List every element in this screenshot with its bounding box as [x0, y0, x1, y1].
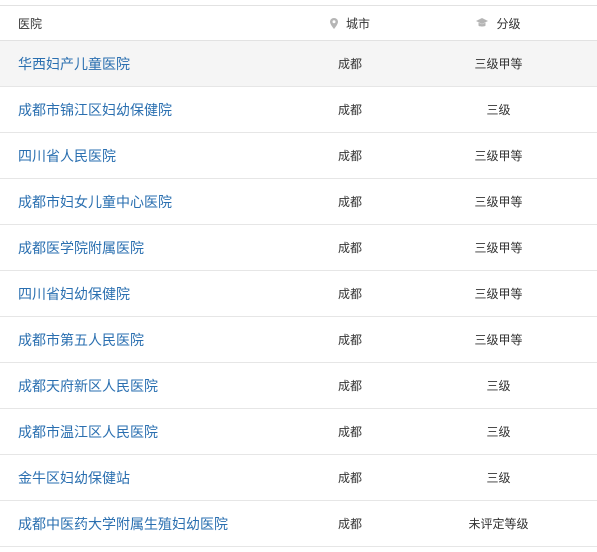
- hospital-link[interactable]: 成都市妇女儿童中心医院: [18, 195, 172, 211]
- city-cell: 成都: [337, 471, 362, 485]
- city-cell: 成都: [337, 57, 362, 71]
- city-cell: 成都: [337, 379, 362, 393]
- header-level: 分级: [400, 15, 597, 32]
- hospital-name-cell: 成都中医药大学附属生殖妇幼医院: [0, 514, 300, 534]
- city-cell: 成都: [337, 287, 362, 301]
- hospital-name-cell: 成都市第五人民医院: [0, 330, 300, 350]
- level-cell: 未评定等级: [468, 517, 529, 531]
- header-level-label: 分级: [496, 16, 521, 31]
- city-cell: 成都: [337, 103, 362, 117]
- hospital-link[interactable]: 成都市温江区人民医院: [18, 425, 158, 441]
- location-pin-icon: [329, 17, 338, 29]
- hospital-link[interactable]: 华西妇产儿童医院: [18, 57, 130, 73]
- table-row[interactable]: 成都市温江区人民医院 成都 三级: [0, 409, 597, 455]
- hospital-name-cell: 成都医学院附属医院: [0, 238, 300, 258]
- hospital-table: 医院 城市 分级 华西妇产儿童医院 成都 三级甲等 成都市锦江区妇幼保健院 成都 三级 四川…: [0, 5, 597, 547]
- level-cell: 三级: [486, 379, 511, 393]
- city-cell: 成都: [337, 195, 362, 209]
- hospital-link[interactable]: 成都中医药大学附属生殖妇幼医院: [18, 517, 228, 533]
- level-cell: 三级: [486, 471, 511, 485]
- table-row[interactable]: 四川省妇幼保健院 成都 三级甲等: [0, 271, 597, 317]
- graduation-cap-icon: [476, 18, 489, 28]
- hospital-link[interactable]: 成都市第五人民医院: [18, 333, 144, 349]
- level-cell: 三级: [486, 103, 511, 117]
- level-cell: 三级甲等: [474, 333, 523, 347]
- level-cell: 三级甲等: [474, 195, 523, 209]
- hospital-name-cell: 成都市妇女儿童中心医院: [0, 192, 300, 212]
- hospital-link[interactable]: 四川省人民医院: [18, 149, 116, 165]
- table-row[interactable]: 成都市锦江区妇幼保健院 成都 三级: [0, 87, 597, 133]
- hospital-name-cell: 四川省妇幼保健院: [0, 284, 300, 304]
- header-city: 城市: [300, 15, 400, 32]
- header-hospital: 医院: [18, 16, 43, 31]
- hospital-link[interactable]: 四川省妇幼保健院: [18, 287, 130, 303]
- table-row[interactable]: 华西妇产儿童医院 成都 三级甲等: [0, 41, 597, 87]
- hospital-name-cell: 成都市温江区人民医院: [0, 422, 300, 442]
- level-cell: 三级甲等: [474, 287, 523, 301]
- table-row[interactable]: 四川省人民医院 成都 三级甲等: [0, 133, 597, 179]
- hospital-name-cell: 成都市锦江区妇幼保健院: [0, 100, 300, 120]
- hospital-link[interactable]: 成都天府新区人民医院: [18, 379, 158, 395]
- table-row[interactable]: 成都市妇女儿童中心医院 成都 三级甲等: [0, 179, 597, 225]
- level-cell: 三级甲等: [474, 149, 523, 163]
- hospital-link[interactable]: 金牛区妇幼保健站: [18, 471, 130, 487]
- table-row[interactable]: 成都医学院附属医院 成都 三级甲等: [0, 225, 597, 271]
- hospital-name-cell: 成都天府新区人民医院: [0, 376, 300, 396]
- header-city-label: 城市: [345, 16, 370, 31]
- city-cell: 成都: [337, 241, 362, 255]
- table-body: 华西妇产儿童医院 成都 三级甲等 成都市锦江区妇幼保健院 成都 三级 四川省人民医院 成都 三级…: [0, 41, 597, 547]
- city-cell: 成都: [337, 517, 362, 531]
- level-cell: 三级甲等: [474, 57, 523, 71]
- city-cell: 成都: [337, 149, 362, 163]
- table-header: 医院 城市 分级: [0, 5, 597, 41]
- hospital-name-cell: 四川省人民医院: [0, 146, 300, 166]
- level-cell: 三级甲等: [474, 241, 523, 255]
- city-cell: 成都: [337, 425, 362, 439]
- level-cell: 三级: [486, 425, 511, 439]
- table-row[interactable]: 成都市第五人民医院 成都 三级甲等: [0, 317, 597, 363]
- city-cell: 成都: [337, 333, 362, 347]
- hospital-name-cell: 金牛区妇幼保健站: [0, 468, 300, 488]
- table-row[interactable]: 成都中医药大学附属生殖妇幼医院 成都 未评定等级: [0, 501, 597, 547]
- table-row[interactable]: 成都天府新区人民医院 成都 三级: [0, 363, 597, 409]
- hospital-link[interactable]: 成都医学院附属医院: [18, 241, 144, 257]
- table-row[interactable]: 金牛区妇幼保健站 成都 三级: [0, 455, 597, 501]
- hospital-link[interactable]: 成都市锦江区妇幼保健院: [18, 103, 172, 119]
- hospital-name-cell: 华西妇产儿童医院: [0, 54, 300, 74]
